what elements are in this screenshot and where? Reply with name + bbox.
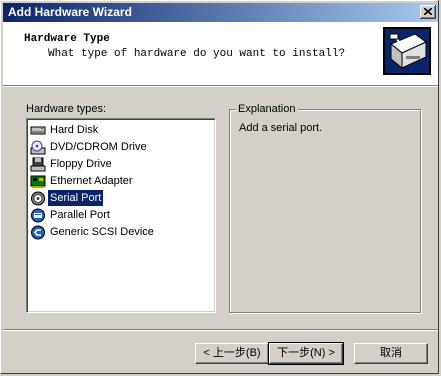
close-icon xyxy=(424,8,432,15)
hardware-types-list[interactable]: Hard Disk DVD/CDROM Drive Floppy Drive E… xyxy=(26,118,216,313)
close-button[interactable] xyxy=(420,5,436,19)
serial-port-icon xyxy=(31,191,45,206)
cdrom-drive-icon xyxy=(30,140,46,155)
explanation-group xyxy=(229,109,421,313)
list-item-label: Hard Disk xyxy=(50,124,99,136)
title-bar[interactable]: Add Hardware Wizard xyxy=(3,3,438,22)
list-item-label: Parallel Port xyxy=(50,209,110,221)
window-title: Add Hardware Wizard xyxy=(8,5,132,19)
cancel-button[interactable]: 取消 xyxy=(354,343,428,364)
wizard-header: Hardware Type What type of hardware do y… xyxy=(3,22,438,85)
footer-separator xyxy=(3,329,438,331)
hardware-wizard-icon xyxy=(383,27,431,75)
list-item-label: DVD/CDROM Drive xyxy=(50,141,147,153)
page-subtitle: What type of hardware do you want to ins… xyxy=(48,48,346,60)
explanation-text: Add a serial port. xyxy=(239,122,323,134)
page-title: Hardware Type xyxy=(24,33,110,45)
scsi-device-icon xyxy=(31,225,45,240)
explanation-label: Explanation xyxy=(236,103,298,115)
hardware-types-label: Hardware types: xyxy=(26,103,107,115)
back-button[interactable]: < 上一步(B) xyxy=(195,343,269,364)
header-separator xyxy=(3,85,438,87)
parallel-port-icon xyxy=(31,208,45,223)
floppy-drive-icon xyxy=(30,157,46,172)
list-item-label: Generic SCSI Device xyxy=(50,226,154,238)
hard-disk-icon xyxy=(30,126,46,135)
list-item-label: Ethernet Adapter xyxy=(50,175,133,187)
network-adapter-icon xyxy=(30,175,46,188)
list-item-label: Serial Port xyxy=(46,189,105,207)
next-button[interactable]: 下一步(N) > xyxy=(268,342,344,365)
list-item-label: Floppy Drive xyxy=(50,158,112,170)
wizard-window: Add Hardware Wizard Hardware Type What t… xyxy=(0,0,439,374)
